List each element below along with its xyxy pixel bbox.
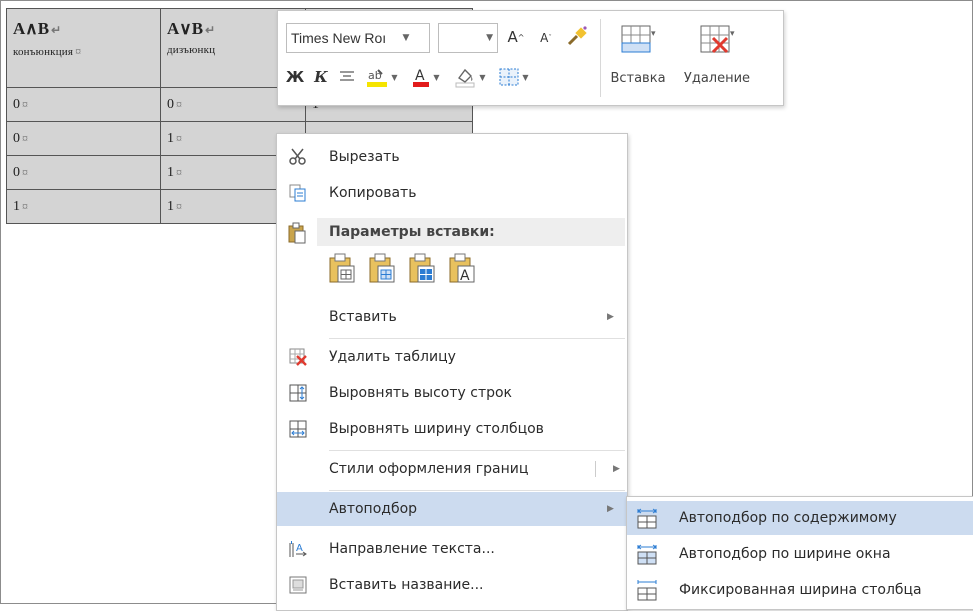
format-painter-icon[interactable] bbox=[563, 23, 591, 49]
submenu-item-fixed-width[interactable]: Фиксированная ширина столбца bbox=[627, 573, 973, 607]
menu-item-distribute-rows[interactable]: Выровнять высоту строк bbox=[277, 376, 627, 410]
autofit-contents-icon bbox=[635, 506, 659, 530]
menu-item-label: Вырезать bbox=[329, 149, 400, 165]
table-cell[interactable]: 0 ¤ bbox=[6, 87, 161, 122]
menu-item-label: Направление текста... bbox=[329, 541, 495, 557]
table-cell[interactable]: A∧B ↵ конъюнкция ¤ bbox=[6, 8, 161, 88]
chevron-right-icon: ▶ bbox=[607, 504, 614, 514]
submenu-item-label: Фиксированная ширина столбца bbox=[679, 582, 922, 598]
borders-icon[interactable]: ▼ bbox=[496, 65, 532, 89]
paste-options-header: Параметры вставки: bbox=[317, 218, 625, 246]
align-center-icon[interactable] bbox=[336, 65, 358, 89]
menu-separator bbox=[329, 490, 625, 491]
insert-rows-button[interactable]: ▾ Вставка bbox=[606, 17, 670, 86]
text-direction-icon: A bbox=[287, 538, 309, 560]
shading-icon[interactable]: ▼ bbox=[450, 65, 490, 89]
chevron-down-icon[interactable]: ▼ bbox=[395, 24, 417, 52]
submenu-item-autofit-contents[interactable]: Автоподбор по содержимому bbox=[627, 501, 973, 535]
table-delete-icon bbox=[287, 346, 309, 368]
insert-label: Вставка bbox=[610, 71, 666, 86]
toolbar-divider bbox=[600, 19, 601, 97]
menu-item-label: Копировать bbox=[329, 185, 417, 201]
context-menu: Вырезать Копировать Параметры вставки: A… bbox=[276, 133, 628, 611]
table-cell[interactable]: 1 ¤ bbox=[6, 189, 161, 224]
paste-merge-icon[interactable] bbox=[367, 252, 397, 292]
submenu-item-label: Автоподбор по ширине окна bbox=[679, 546, 891, 562]
font-name-value: Times New Roı bbox=[291, 30, 387, 46]
shrink-font-icon[interactable]: Aˇ bbox=[536, 27, 556, 49]
paste-keep-source-icon[interactable] bbox=[327, 252, 357, 292]
chevron-right-icon[interactable]: ▶ bbox=[613, 464, 620, 474]
paste-icon bbox=[287, 222, 309, 244]
svg-text:A: A bbox=[296, 543, 303, 554]
table-cell[interactable]: 0 ¤ bbox=[6, 121, 161, 156]
font-size-combobox[interactable]: ▼ bbox=[438, 23, 498, 53]
svg-text:▾: ▾ bbox=[651, 29, 656, 39]
autofit-submenu: Автоподбор по содержимому Автоподбор по … bbox=[626, 496, 973, 610]
svg-text:A: A bbox=[415, 68, 425, 84]
delete-table-button[interactable]: ▾ Удаление bbox=[676, 17, 758, 86]
split-divider bbox=[595, 461, 596, 477]
paste-nested-icon[interactable] bbox=[407, 252, 437, 292]
menu-item-label: Выровнять ширину столбцов bbox=[329, 421, 544, 437]
menu-item-label: Вставить bbox=[329, 309, 397, 325]
font-color-icon[interactable]: A ▼ bbox=[408, 65, 444, 89]
menu-separator bbox=[329, 450, 625, 451]
menu-item-cut[interactable]: Вырезать bbox=[277, 140, 627, 174]
menu-item-copy[interactable]: Копировать bbox=[277, 176, 627, 210]
menu-item-insert-caption[interactable]: Вставить название... bbox=[277, 568, 627, 602]
menu-item-border-styles[interactable]: Стили оформления границ ▶ bbox=[277, 452, 627, 486]
italic-button[interactable]: К bbox=[312, 65, 330, 89]
highlight-color-icon[interactable]: ab ▼ bbox=[362, 65, 402, 89]
table-cell[interactable]: 0 ¤ bbox=[6, 155, 161, 190]
table-insert-icon: ▾ bbox=[620, 17, 656, 65]
caption-icon bbox=[287, 574, 309, 596]
chevron-right-icon: ▶ bbox=[607, 312, 614, 322]
paste-options-row: A bbox=[327, 252, 477, 292]
menu-separator bbox=[329, 338, 625, 339]
svg-text:A: A bbox=[460, 268, 470, 284]
fixed-width-icon bbox=[635, 578, 659, 602]
bold-button[interactable]: Ж bbox=[286, 65, 304, 89]
menu-item-distribute-cols[interactable]: Выровнять ширину столбцов bbox=[277, 412, 627, 446]
header-main: A∨B bbox=[167, 19, 204, 38]
svg-text:▾: ▾ bbox=[730, 29, 735, 39]
grow-font-icon[interactable]: A ^ bbox=[506, 25, 526, 49]
submenu-item-autofit-window[interactable]: Автоподбор по ширине окна bbox=[627, 537, 973, 571]
font-name-combobox[interactable]: Times New Roı ▼ bbox=[286, 23, 430, 53]
mini-toolbar: Times New Roı ▼ ▼ A ^ Aˇ Ж К ab ▼ A ▼ ▼ ▼ ▾… bbox=[277, 10, 784, 106]
distribute-columns-icon bbox=[287, 418, 309, 440]
header-sub: дизъюнкц bbox=[167, 44, 216, 56]
menu-item-label: Автоподбор bbox=[329, 501, 418, 517]
table-delete-icon: ▾ bbox=[699, 17, 735, 65]
paste-options-label: Параметры вставки: bbox=[329, 224, 495, 240]
distribute-rows-icon bbox=[287, 382, 309, 404]
header-main: A∧B bbox=[13, 19, 50, 38]
header-sub: конъюнкция bbox=[13, 46, 74, 58]
menu-item-label: Удалить таблицу bbox=[329, 349, 456, 365]
menu-item-label: Выровнять высоту строк bbox=[329, 385, 513, 401]
copy-icon bbox=[287, 182, 309, 204]
menu-item-delete-table[interactable]: Удалить таблицу bbox=[277, 340, 627, 374]
menu-item-label: Стили оформления границ bbox=[329, 461, 529, 477]
menu-item-insert[interactable]: Вставить ▶ bbox=[277, 300, 627, 334]
menu-item-text-direction[interactable]: A Направление текста... bbox=[277, 532, 627, 566]
chevron-down-icon[interactable]: ▼ bbox=[486, 24, 493, 52]
delete-label: Удаление bbox=[683, 71, 751, 86]
autofit-window-icon bbox=[635, 542, 659, 566]
paste-text-only-icon[interactable]: A bbox=[447, 252, 477, 292]
submenu-item-label: Автоподбор по содержимому bbox=[679, 510, 897, 526]
menu-item-label: Вставить название... bbox=[329, 577, 484, 593]
menu-item-autofit[interactable]: Автоподбор ▶ bbox=[277, 492, 627, 526]
scissors-icon bbox=[287, 146, 309, 168]
